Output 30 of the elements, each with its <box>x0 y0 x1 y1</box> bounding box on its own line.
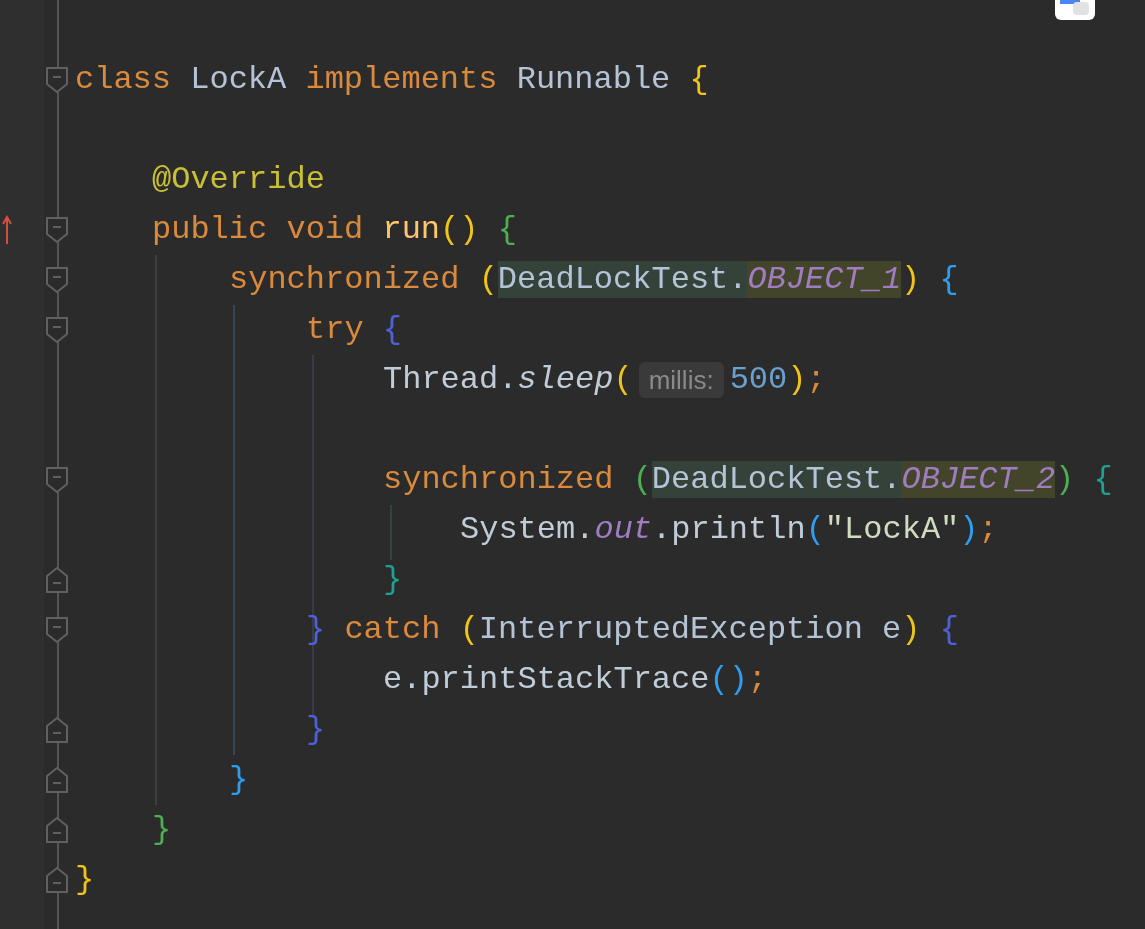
code-text: e.printStackTrace(); <box>383 660 768 700</box>
code-text: } catch (InterruptedException e) { <box>306 610 959 650</box>
code-text: 500); <box>729 360 826 400</box>
fold-icon[interactable] <box>46 717 68 743</box>
code-text: Thread.sleep( <box>383 360 633 400</box>
fold-icon[interactable] <box>46 867 68 893</box>
fold-icon[interactable] <box>46 467 68 493</box>
fold-icon[interactable] <box>46 767 68 793</box>
code-text: } <box>75 860 95 900</box>
fold-icon[interactable] <box>46 817 68 843</box>
translate-icon[interactable] <box>1055 0 1095 20</box>
fold-icon[interactable] <box>46 617 68 643</box>
fold-icon[interactable] <box>46 67 68 93</box>
fold-icon[interactable] <box>46 317 68 343</box>
parameter-hint: millis: <box>638 362 724 398</box>
code-text: System.out.println("LockA"); <box>460 510 998 550</box>
override-arrow-icon[interactable] <box>2 215 12 245</box>
fold-icon[interactable] <box>46 567 68 593</box>
code-text: @Override <box>152 160 325 200</box>
fold-icon[interactable] <box>46 217 68 243</box>
code-text: synchronized (DeadLockTest.OBJECT_1) { <box>229 260 959 300</box>
code-text: try { <box>306 310 402 350</box>
code-text: public void run() { <box>152 210 517 250</box>
code-text: } <box>306 710 326 750</box>
code-text: class LockA implements Runnable { <box>75 60 709 100</box>
code-text: } <box>229 760 249 800</box>
code-text: synchronized (DeadLockTest.OBJECT_2) { <box>383 460 1113 500</box>
code-text: } <box>383 560 403 600</box>
code-text: } <box>152 810 172 850</box>
fold-icon[interactable] <box>46 267 68 293</box>
